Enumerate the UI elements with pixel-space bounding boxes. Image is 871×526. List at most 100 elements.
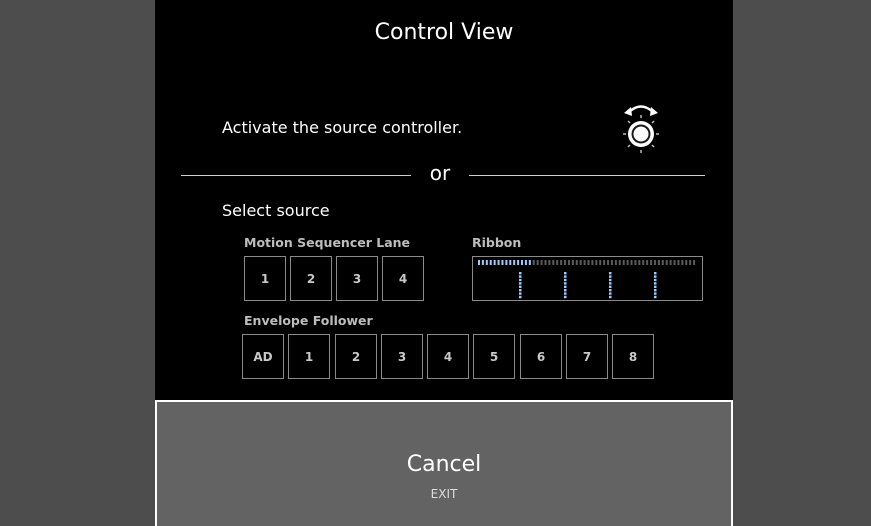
ribbon-level-segment xyxy=(642,260,645,265)
ribbon-marker-2 xyxy=(564,285,567,288)
ribbon-level-segment xyxy=(544,260,547,265)
ribbon-level-segment xyxy=(693,260,696,265)
ribbon-level-segment xyxy=(634,260,637,265)
ribbon-level-segment xyxy=(689,260,692,265)
ribbon-level-segment xyxy=(587,260,590,265)
ribbon-level-segment xyxy=(497,260,500,265)
ribbon-level-segment xyxy=(622,260,625,265)
ribbon-level-segment xyxy=(630,260,633,265)
ribbon-level-segment xyxy=(493,260,496,265)
ribbon-level-segment xyxy=(571,260,574,265)
ribbon-marker-2 xyxy=(564,289,567,292)
ribbon-level-segment xyxy=(673,260,676,265)
ribbon-level-segment xyxy=(661,260,664,265)
ribbon-level-segment xyxy=(677,260,680,265)
envelope-follower-button-ad[interactable]: AD xyxy=(242,334,284,379)
ribbon-level-segment xyxy=(583,260,586,265)
ribbon-level-segment xyxy=(528,260,531,265)
ribbon-marker-1 xyxy=(519,285,522,288)
dialog-title: Control View xyxy=(374,20,514,45)
ribbon-marker-2 xyxy=(564,278,567,282)
ribbon-level-segment xyxy=(646,260,649,265)
msl-lane-button-1[interactable]: 1 xyxy=(244,256,286,301)
ribbon-level-segment xyxy=(505,260,508,265)
ribbon-level-segment xyxy=(485,260,488,265)
ribbon-level-segment xyxy=(669,260,672,265)
ribbon-level-segment xyxy=(657,260,660,265)
ribbon-level-segment xyxy=(614,260,617,265)
ribbon-level-segment xyxy=(513,260,516,265)
envelope-follower-button-1[interactable]: 1 xyxy=(288,334,330,379)
ribbon-marker-1 xyxy=(519,278,522,282)
ribbon-level-segment xyxy=(509,260,512,265)
cancel-button[interactable]: Cancel EXIT xyxy=(155,400,733,526)
ribbon-level-segment xyxy=(540,260,543,265)
envelope-follower-button-4[interactable]: 4 xyxy=(427,334,469,379)
envelope-follower-button-6[interactable]: 6 xyxy=(520,334,562,379)
ribbon-level-segment xyxy=(653,260,656,265)
ribbon-level-segment xyxy=(599,260,602,265)
ribbon-marker-4 xyxy=(654,275,657,278)
ribbon-level-segment xyxy=(564,260,567,265)
ribbon-level-segment xyxy=(567,260,570,265)
ribbon-level-segment xyxy=(595,260,598,265)
ribbon-level-segment xyxy=(481,260,484,265)
ribbon-marker-3 xyxy=(609,275,612,278)
ribbon-marker-3 xyxy=(609,285,612,288)
cancel-label: Cancel xyxy=(406,452,482,477)
ribbon-marker-2 xyxy=(564,295,567,299)
motion-sequencer-lane-label: Motion Sequencer Lane xyxy=(244,235,411,250)
ribbon-level-segment xyxy=(603,260,606,265)
ribbon-marker-2 xyxy=(564,292,567,295)
ribbon-marker-2 xyxy=(564,275,567,278)
ribbon-level-segment xyxy=(517,260,520,265)
ribbon-marker-4 xyxy=(654,292,657,295)
ribbon-level-segment xyxy=(579,260,582,265)
ribbon-level-segment xyxy=(521,260,524,265)
ribbon-marker-1 xyxy=(519,272,522,275)
ribbon-marker-4 xyxy=(654,295,657,299)
ribbon-level-segment xyxy=(681,260,684,265)
ribbon-level-segment xyxy=(524,260,527,265)
ribbon-marker-1 xyxy=(519,295,522,299)
divider-right xyxy=(469,175,705,176)
ribbon-level-segment xyxy=(536,260,539,265)
ribbon-marker-3 xyxy=(609,295,612,299)
ribbon-level-segment xyxy=(501,260,504,265)
ribbon-level-segment xyxy=(532,260,535,265)
ribbon-level-segment xyxy=(618,260,621,265)
envelope-follower-label: Envelope Follower xyxy=(244,313,373,328)
ribbon-marker-3 xyxy=(609,292,612,295)
ribbon-marker-3 xyxy=(609,289,612,292)
envelope-follower-button-8[interactable]: 8 xyxy=(612,334,654,379)
ribbon-level-segment xyxy=(548,260,551,265)
msl-lane-button-3[interactable]: 3 xyxy=(336,256,378,301)
msl-lane-button-4[interactable]: 4 xyxy=(382,256,424,301)
ribbon-marker-1 xyxy=(519,282,522,285)
exit-label: EXIT xyxy=(430,487,458,501)
envelope-follower-button-7[interactable]: 7 xyxy=(566,334,608,379)
ribbon-level-segment xyxy=(575,260,578,265)
ribbon-marker-1 xyxy=(519,275,522,278)
ribbon-level-segment xyxy=(665,260,668,265)
select-source-label: Select source xyxy=(222,201,330,220)
msl-lane-button-2[interactable]: 2 xyxy=(290,256,332,301)
ribbon-marker-4 xyxy=(654,285,657,288)
right-panel xyxy=(733,0,871,526)
envelope-follower-button-2[interactable]: 2 xyxy=(335,334,377,379)
ribbon-label: Ribbon xyxy=(472,235,522,250)
ribbon-level-segment xyxy=(638,260,641,265)
ribbon-button[interactable] xyxy=(472,256,703,301)
envelope-follower-button-3[interactable]: 3 xyxy=(381,334,423,379)
ribbon-level-segment xyxy=(610,260,613,265)
ribbon-marker-2 xyxy=(564,272,567,275)
envelope-follower-button-5[interactable]: 5 xyxy=(473,334,515,379)
left-panel xyxy=(0,0,155,526)
ribbon-marker-3 xyxy=(609,272,612,275)
ribbon-level-segment xyxy=(685,260,688,265)
instruction-text: Activate the source controller. xyxy=(222,118,463,137)
or-separator: or xyxy=(429,161,451,185)
ribbon-meter xyxy=(478,260,696,299)
ribbon-level-segment xyxy=(560,260,563,265)
ribbon-marker-4 xyxy=(654,289,657,292)
